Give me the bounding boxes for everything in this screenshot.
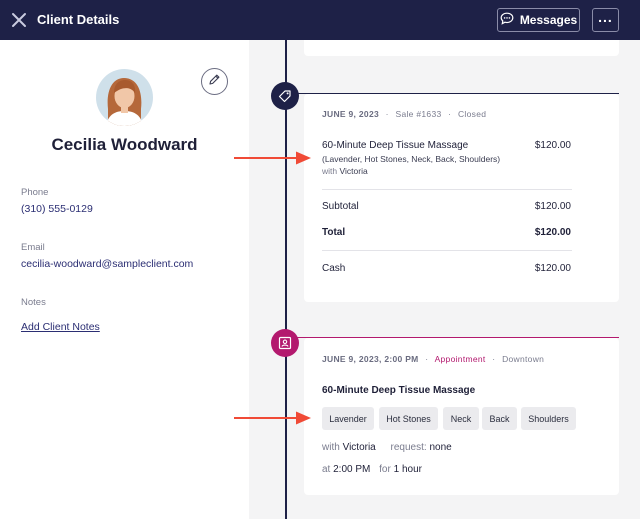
cash-value: $120.00	[534, 263, 571, 274]
notes-label: Notes	[21, 297, 46, 308]
appointment-card: JUNE 9, 2023, 2:00 PM · Appointment · Do…	[304, 338, 619, 495]
addon-chip[interactable]: Back	[482, 407, 517, 430]
appointment-staff: Victoria	[342, 442, 376, 453]
meta-separator: ·	[425, 354, 429, 364]
appointment-time: 2:00 PM	[333, 464, 371, 475]
addon-chip[interactable]: Hot Stones	[379, 407, 438, 430]
messages-button-label: Messages	[519, 13, 578, 27]
sale-status: Closed	[457, 109, 487, 119]
appointment-duration: 1 hour	[393, 464, 422, 475]
appointment-request: none	[429, 442, 452, 453]
client-name: Cecilia Woodward	[51, 135, 198, 154]
more-options-button[interactable]: ...	[592, 8, 619, 32]
cash-label: Cash	[322, 263, 346, 274]
total-value: $120.00	[534, 227, 571, 238]
messages-button[interactable]: Messages	[497, 8, 580, 32]
addon-chip[interactable]: Lavender	[322, 407, 374, 430]
sale-date: JUNE 9, 2023	[322, 109, 379, 119]
annotation-arrow-icon	[234, 411, 314, 425]
close-icon[interactable]	[10, 11, 28, 29]
sale-staff: with Victoria	[322, 166, 368, 176]
sale-addons: (Lavender, Hot Stones, Neck, Back, Shoul…	[322, 154, 501, 164]
avatar	[96, 69, 153, 126]
client-profile-panel: Cecilia Woodward Phone (310) 555-0129 Em…	[0, 40, 249, 519]
page-title: Client Details	[37, 12, 120, 27]
sale-card: JUNE 9, 2023 · Sale #1633 · Closed 60-Mi…	[304, 94, 619, 302]
timeline-line	[285, 40, 287, 519]
annotation-arrow-icon	[234, 151, 314, 165]
subtotal-label: Subtotal	[322, 201, 359, 212]
email-label: Email	[21, 242, 45, 253]
add-client-notes-link[interactable]: Add Client Notes	[21, 321, 100, 333]
more-icon: ...	[598, 9, 613, 25]
total-label: Total	[322, 227, 346, 238]
email-link[interactable]: cecilia-woodward@sampleclient.com	[21, 258, 193, 270]
previous-timeline-card	[304, 40, 619, 56]
meta-separator: ·	[492, 354, 496, 364]
meta-separator: ·	[448, 109, 452, 119]
addon-chip[interactable]: Shoulders	[521, 407, 576, 430]
sale-meta: JUNE 9, 2023 · Sale #1633 · Closed	[322, 109, 486, 119]
edit-client-button[interactable]	[201, 68, 228, 95]
chat-bubble-icon	[500, 12, 514, 28]
appointment-staff-row: with Victoria request: none	[322, 442, 452, 453]
divider	[322, 250, 572, 251]
subtotal-value: $120.00	[534, 201, 571, 212]
appointment-type: Appointment	[434, 354, 486, 364]
addon-chip[interactable]: Neck	[443, 407, 479, 430]
tag-icon	[271, 82, 299, 110]
appointment-service-name: 60-Minute Deep Tissue Massage	[322, 385, 476, 396]
phone-label: Phone	[21, 187, 49, 198]
divider	[322, 189, 572, 190]
sale-number: Sale #1633	[395, 109, 442, 119]
sale-service-name: 60-Minute Deep Tissue Massage	[322, 140, 469, 151]
pencil-icon	[208, 73, 221, 91]
meta-separator: ·	[385, 109, 389, 119]
top-bar: Client Details Messages ...	[0, 0, 640, 40]
sale-service-price: $120.00	[534, 140, 571, 151]
calendar-person-icon	[271, 329, 299, 357]
appointment-datetime: JUNE 9, 2023, 2:00 PM	[322, 354, 419, 364]
phone-link[interactable]: (310) 555-0129	[21, 203, 93, 215]
appointment-meta: JUNE 9, 2023, 2:00 PM · Appointment · Do…	[322, 354, 544, 364]
appointment-time-row: at 2:00 PM for 1 hour	[322, 464, 422, 475]
appointment-location: Downtown	[502, 354, 545, 364]
